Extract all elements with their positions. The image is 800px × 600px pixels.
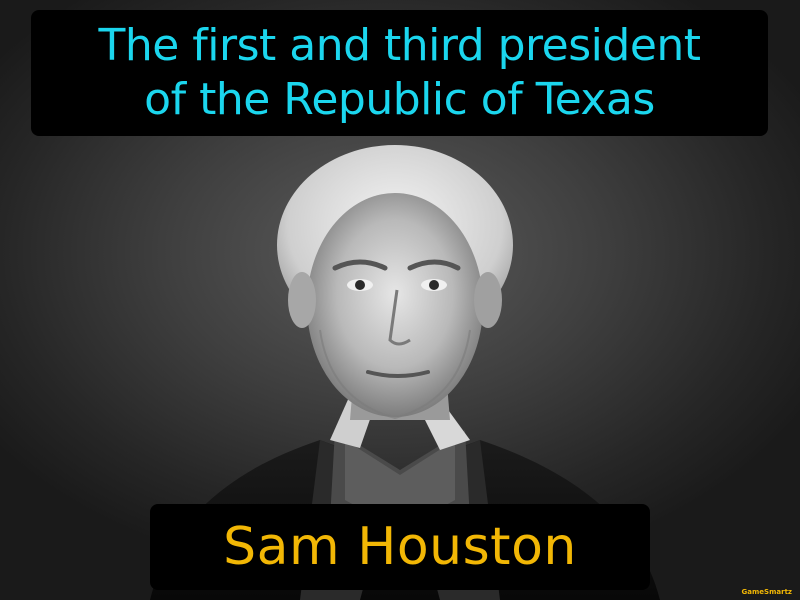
flashcard: The first and third president of the Rep…	[0, 0, 800, 600]
brand-watermark: GameSmartz	[741, 588, 792, 596]
term-title: Sam Houston	[223, 517, 577, 577]
definition-line-2: of the Republic of Texas	[144, 74, 655, 125]
definition-box: The first and third president of the Rep…	[31, 10, 768, 136]
definition-line-1: The first and third president	[98, 20, 701, 71]
term-box: Sam Houston	[150, 504, 650, 590]
